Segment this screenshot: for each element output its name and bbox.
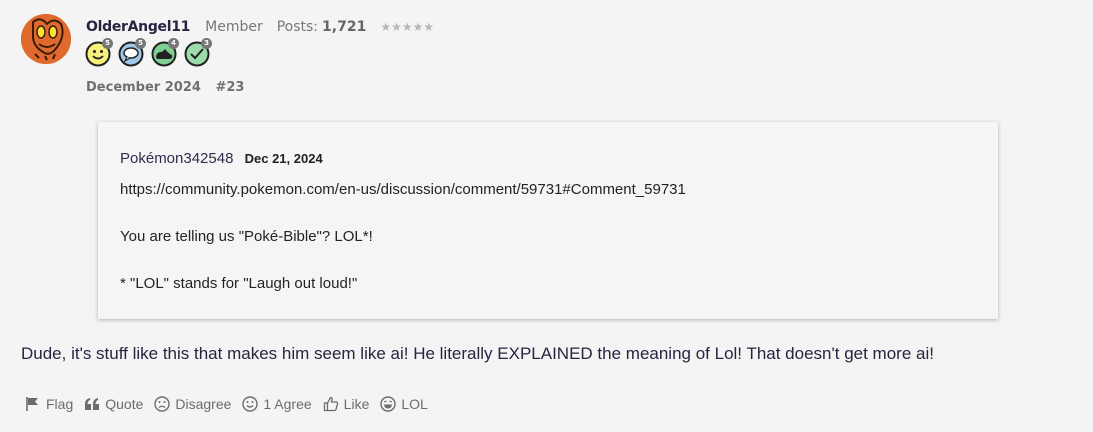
flag-button[interactable]: Flag [25, 396, 73, 412]
flag-label: Flag [46, 396, 74, 412]
author-info: OlderAngel11 Member Posts: 1,721 ★★★★★ [86, 19, 434, 35]
agree-label: 1 Agree [263, 396, 312, 412]
badges: 5 5 4 3 [85, 38, 212, 67]
quote-button[interactable]: Quote [84, 396, 143, 412]
posts-count: 1,721 [322, 19, 367, 35]
shoe-badge-icon[interactable]: 4 [151, 38, 179, 67]
posts-label: Posts: [276, 19, 319, 35]
avatar[interactable] [21, 14, 71, 64]
author-role: Member [205, 19, 263, 35]
post-date[interactable]: December 2024 [86, 80, 201, 95]
quote-header: Pokémon342548 Dec 21, 2024 [120, 150, 323, 167]
thumbs-up-icon [323, 396, 338, 412]
rank-stars: ★★★★★ [380, 20, 435, 34]
badge-count: 4 [168, 38, 179, 49]
quote-line-2: * "LOL" stands for "Laugh out loud!" [120, 275, 358, 292]
like-label: Like [343, 396, 370, 412]
badge-count: 3 [201, 38, 212, 49]
quote-line-1: You are telling us "Poké-Bible"? LOL*! [120, 228, 373, 245]
post-meta: December 2024 #23 [86, 80, 244, 95]
quote-block: Pokémon342548 Dec 21, 2024 https://commu… [98, 122, 998, 319]
frown-icon [154, 396, 171, 412]
author-name[interactable]: OlderAngel11 [86, 19, 190, 35]
quote-author[interactable]: Pokémon342548 [120, 150, 233, 167]
badge-count: 5 [135, 38, 146, 49]
like-button[interactable]: Like [323, 396, 370, 412]
lol-button[interactable]: LOL [380, 396, 428, 412]
check-badge-icon[interactable]: 3 [184, 38, 212, 67]
flag-icon [26, 397, 38, 411]
lol-label: LOL [401, 396, 428, 412]
laugh-icon [380, 396, 397, 412]
quote-icon [85, 398, 100, 410]
disagree-button[interactable]: Disagree [154, 396, 231, 412]
smile-icon [242, 396, 259, 412]
post-body: Dude, it's stuff like this that makes hi… [21, 344, 934, 363]
agree-button[interactable]: 1 Agree [242, 396, 312, 412]
disagree-label: Disagree [175, 396, 232, 412]
quote-label: Quote [105, 396, 144, 412]
reaction-bar: Flag Quote Disagree 1 Agree Like LOL [25, 396, 428, 412]
quote-date: Dec 21, 2024 [244, 151, 323, 166]
comment-badge-icon[interactable]: 5 [118, 38, 146, 67]
badge-count: 5 [102, 38, 113, 49]
post-permalink[interactable]: #23 [215, 80, 244, 95]
quote-link[interactable]: https://community.pokemon.com/en-us/disc… [120, 181, 686, 198]
smiley-badge-icon[interactable]: 5 [85, 38, 113, 67]
